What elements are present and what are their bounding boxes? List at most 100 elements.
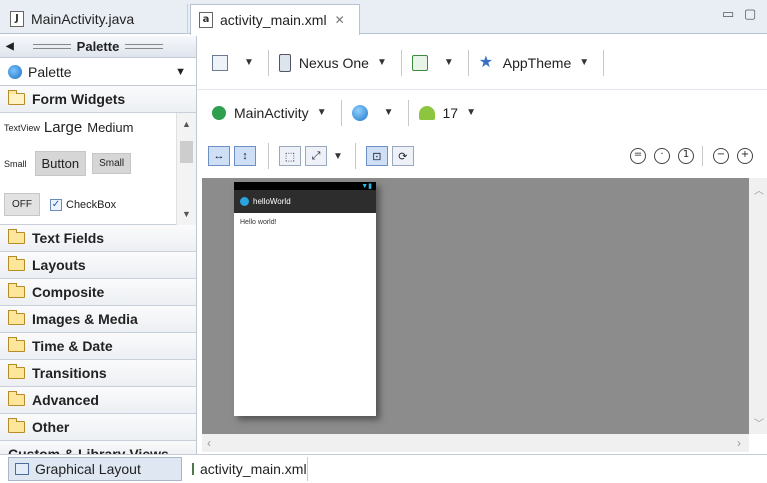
checkbox-icon[interactable]: ✓ bbox=[50, 198, 62, 211]
globe-icon bbox=[351, 104, 368, 121]
zoom-100-icon[interactable]: 1 bbox=[678, 148, 694, 164]
folder-icon bbox=[8, 283, 25, 298]
palette-scrollbar[interactable]: ▲ ▼ bbox=[176, 113, 196, 225]
api-level-label: 17 bbox=[442, 104, 459, 121]
widget-textview[interactable]: TextView bbox=[4, 123, 40, 133]
android-icon bbox=[418, 105, 435, 120]
section-title: Time & Date bbox=[32, 338, 113, 354]
tab-main-activity-java[interactable]: J MainActivity.java bbox=[2, 4, 188, 34]
widget-button[interactable]: Button bbox=[34, 151, 87, 176]
device-preview[interactable]: ▼▮ helloWorld Hello world! bbox=[234, 182, 376, 416]
scroll-up-icon[interactable]: ▲ bbox=[182, 119, 191, 129]
separator bbox=[407, 99, 409, 126]
toggle-fill-width-icon[interactable]: ↔ bbox=[208, 146, 230, 166]
collapse-left-icon[interactable]: ◀ bbox=[6, 41, 14, 52]
toggle-fill-height-icon[interactable]: ↕ bbox=[234, 146, 256, 166]
palette-selector-label: Palette bbox=[28, 63, 72, 80]
chevron-down-icon[interactable]: ▼ bbox=[466, 107, 476, 118]
layout-actions-toolbar: ↔ ↕ ⬚ ⤢ ▼ ⊡ ⟳ = · 1 − + bbox=[198, 134, 767, 178]
activity-label: MainActivity bbox=[234, 104, 309, 121]
emulate-real-size-icon[interactable]: ⊡ bbox=[365, 146, 388, 166]
section-advanced[interactable]: Advanced bbox=[0, 387, 196, 414]
api-level-dropdown[interactable]: 17 ▼ bbox=[418, 104, 476, 121]
zoom-screen-icon[interactable]: · bbox=[654, 148, 670, 164]
separator bbox=[603, 49, 605, 76]
widget-medium-text[interactable]: Medium bbox=[87, 120, 133, 135]
theme-label: AppTheme bbox=[502, 54, 572, 71]
chevron-down-icon[interactable]: ▼ bbox=[317, 107, 327, 118]
section-other[interactable]: Other bbox=[0, 414, 196, 441]
tab-graphical-layout[interactable]: Graphical Layout bbox=[8, 457, 182, 481]
widget-checkbox[interactable]: CheckBox bbox=[66, 199, 116, 211]
zoom-out-icon[interactable]: − bbox=[713, 148, 729, 164]
chevron-down-icon[interactable]: ▼ bbox=[377, 57, 387, 68]
scroll-right-icon[interactable]: › bbox=[737, 436, 741, 450]
section-title: Composite bbox=[32, 284, 105, 300]
tab-label: Graphical Layout bbox=[35, 461, 141, 477]
orientation-dropdown[interactable]: ▼ bbox=[411, 54, 454, 71]
separator bbox=[702, 146, 703, 166]
scrollbar-thumb[interactable] bbox=[180, 141, 193, 163]
scroll-up-icon[interactable]: ︿ bbox=[754, 182, 764, 197]
hello-textview[interactable]: Hello world! bbox=[234, 213, 376, 226]
section-text-fields[interactable]: Text Fields bbox=[0, 225, 196, 252]
locale-dropdown[interactable]: ▼ bbox=[351, 104, 394, 121]
tab-activity-main-xml[interactable]: a activity_main.xml ✕ bbox=[190, 4, 360, 35]
zoom-in-icon[interactable]: + bbox=[737, 148, 753, 164]
device-dropdown[interactable]: Nexus One ▼ bbox=[278, 53, 387, 72]
chevron-down-icon[interactable]: ▼ bbox=[579, 57, 589, 68]
graphical-layout-icon bbox=[15, 463, 29, 475]
section-title: Form Widgets bbox=[32, 91, 126, 107]
folder-icon bbox=[8, 391, 25, 406]
widget-large-text[interactable]: Large bbox=[44, 119, 82, 136]
palette-selector[interactable]: Palette ▼ bbox=[0, 58, 196, 86]
section-title: Layouts bbox=[32, 257, 86, 273]
device-status-bar: ▼▮ bbox=[234, 182, 376, 190]
activity-toolbar: MainActivity ▼ ▼ 17 ▼ bbox=[198, 91, 767, 134]
chevron-down-icon[interactable]: ▼ bbox=[444, 57, 454, 68]
separator bbox=[354, 143, 356, 169]
folder-icon bbox=[8, 364, 25, 379]
section-transitions[interactable]: Transitions bbox=[0, 360, 196, 387]
separator bbox=[467, 49, 469, 76]
activity-dropdown[interactable]: MainActivity ▼ bbox=[212, 105, 327, 121]
section-time-date[interactable]: Time & Date bbox=[0, 333, 196, 360]
tab-label: MainActivity.java bbox=[31, 11, 135, 27]
phone-icon bbox=[278, 53, 291, 72]
form-widgets-list: TextView Large Medium Small Button Small… bbox=[0, 113, 196, 225]
layout-options-icon[interactable]: ⤢ bbox=[305, 146, 327, 166]
scroll-down-icon[interactable]: ﹀ bbox=[754, 415, 764, 430]
section-images-media[interactable]: Images & Media bbox=[0, 306, 196, 333]
folder-icon bbox=[8, 337, 25, 352]
scroll-down-icon[interactable]: ▼ bbox=[182, 209, 191, 219]
chevron-down-icon[interactable]: ▼ bbox=[244, 57, 254, 68]
close-tab-icon[interactable]: ✕ bbox=[335, 13, 345, 27]
separator bbox=[400, 49, 402, 76]
section-title: Images & Media bbox=[32, 311, 138, 327]
java-file-icon: J bbox=[10, 11, 24, 27]
section-layouts[interactable]: Layouts bbox=[0, 252, 196, 279]
widget-small-text[interactable]: Small bbox=[4, 159, 27, 169]
chevron-down-icon[interactable]: ▼ bbox=[333, 151, 343, 162]
chevron-down-icon[interactable]: ▼ bbox=[384, 107, 394, 118]
chevron-down-icon[interactable]: ▼ bbox=[175, 66, 186, 78]
widget-small-button[interactable]: Small bbox=[92, 153, 132, 174]
minimize-icon[interactable]: ▭ bbox=[722, 6, 734, 22]
zoom-to-fit-icon[interactable]: = bbox=[630, 148, 646, 164]
theme-dropdown[interactable]: ★ AppTheme ▼ bbox=[479, 54, 589, 71]
section-form-widgets[interactable]: Form Widgets bbox=[0, 86, 196, 113]
maximize-icon[interactable]: ▢ bbox=[744, 6, 756, 22]
refresh-layout-icon[interactable]: ⟳ bbox=[391, 146, 414, 166]
tab-label: activity_main.xml bbox=[220, 12, 327, 28]
show-margins-icon[interactable]: ⬚ bbox=[279, 146, 301, 166]
editor-tab-bar: J MainActivity.java a activity_main.xml … bbox=[0, 0, 767, 35]
scroll-left-icon[interactable]: ‹ bbox=[207, 436, 211, 450]
canvas-vertical-scrollbar[interactable]: ︿ ﹀ bbox=[749, 178, 767, 434]
config-chooser-button[interactable]: ▼ bbox=[212, 54, 254, 71]
tab-xml-source[interactable]: activity_main.xml bbox=[186, 457, 308, 481]
widget-toggle-button[interactable]: OFF bbox=[4, 193, 40, 216]
section-composite[interactable]: Composite bbox=[0, 279, 196, 306]
canvas-horizontal-scrollbar[interactable]: ‹ › bbox=[202, 434, 749, 452]
separator bbox=[267, 49, 269, 76]
separator bbox=[268, 143, 269, 169]
